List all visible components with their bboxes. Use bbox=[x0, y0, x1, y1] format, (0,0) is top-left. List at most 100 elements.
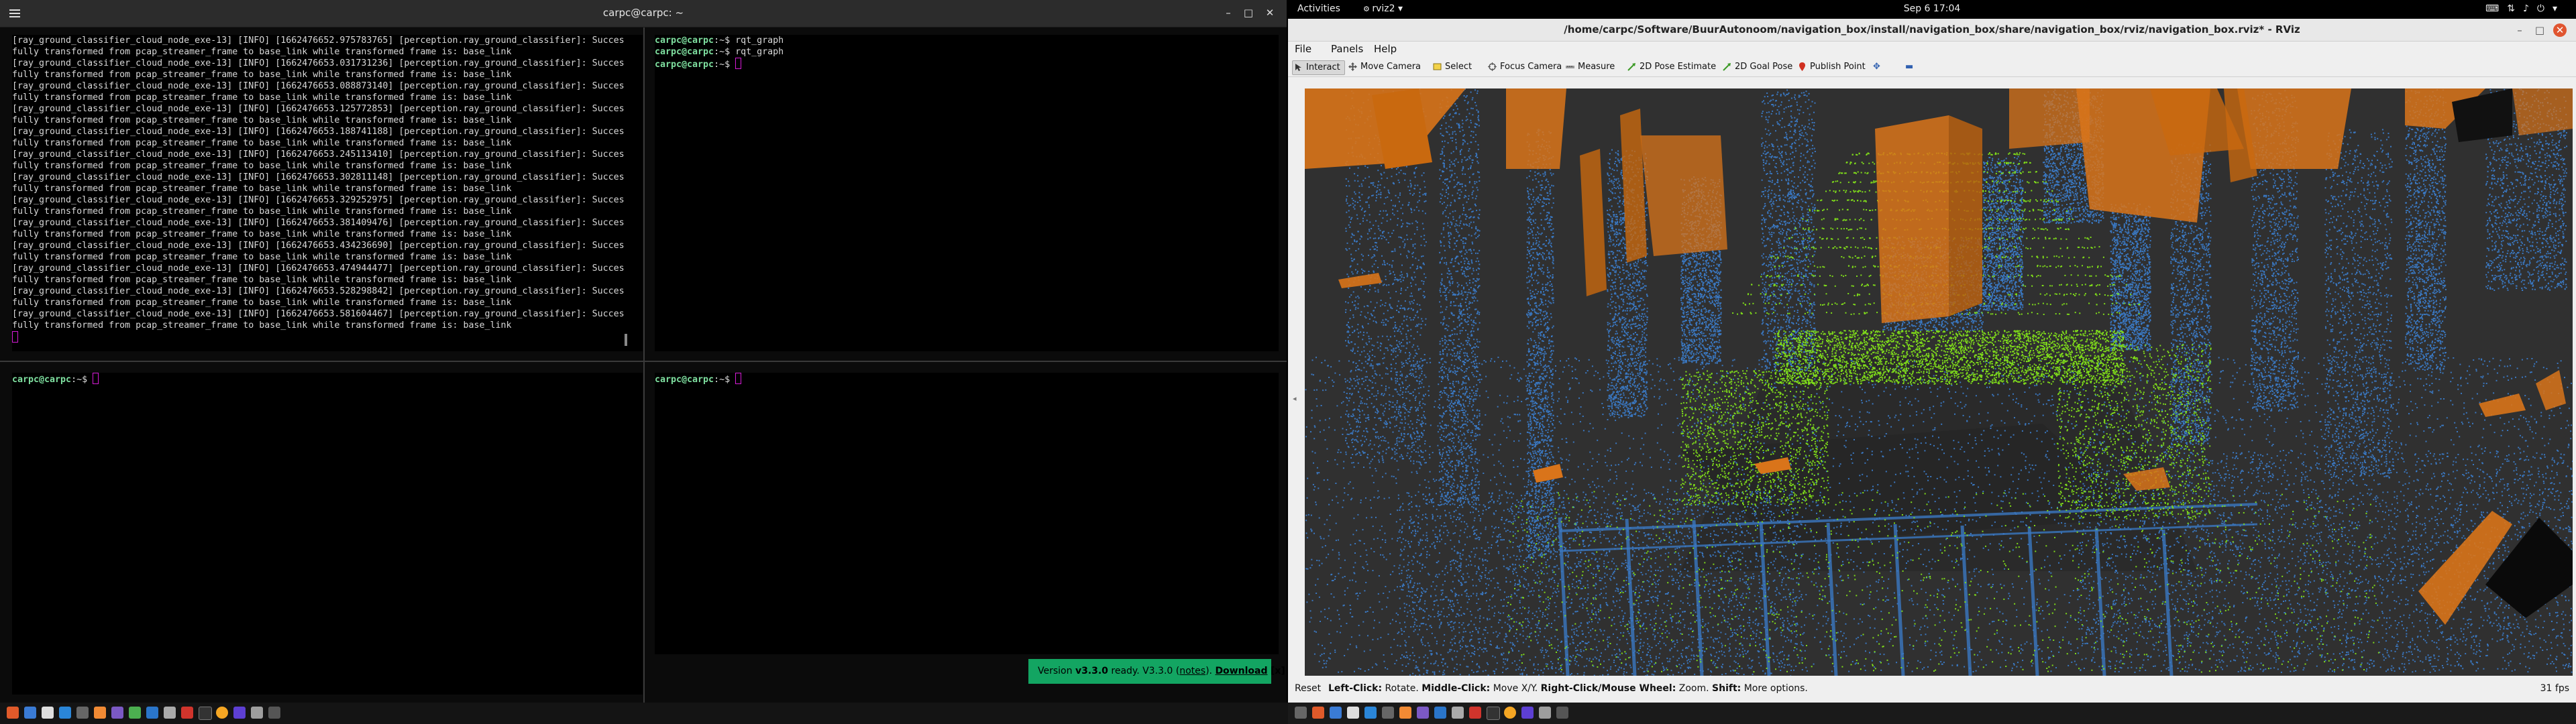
hint-text: Zoom. bbox=[1676, 683, 1712, 694]
files-icon[interactable] bbox=[1364, 707, 1377, 719]
rviz-icon[interactable] bbox=[1556, 707, 1568, 719]
app-icon[interactable] bbox=[181, 707, 193, 719]
3d-viewport[interactable] bbox=[1305, 88, 2573, 676]
ubuntu-icon[interactable] bbox=[7, 707, 19, 719]
notice-close-button[interactable]: [x] bbox=[1271, 666, 1285, 676]
add-tool-button[interactable]: ✥ bbox=[1873, 60, 1882, 74]
terminal-icon[interactable] bbox=[268, 707, 280, 719]
app-icon[interactable] bbox=[1487, 707, 1500, 720]
minimize-icon[interactable]: – bbox=[1222, 7, 1234, 19]
terminal-icon[interactable] bbox=[42, 707, 54, 719]
tool-publish-point[interactable]: Publish Point bbox=[1796, 60, 1866, 74]
terminal-cursor bbox=[735, 373, 742, 384]
download-link[interactable]: Download bbox=[1215, 666, 1267, 676]
tool-interact[interactable]: Interact bbox=[1292, 60, 1345, 75]
editor-icon[interactable] bbox=[1382, 707, 1394, 719]
log-line: [ray_ground_classifier_cloud_node_exe-13… bbox=[12, 309, 625, 319]
files-icon[interactable] bbox=[59, 707, 71, 719]
app-icon[interactable] bbox=[1452, 707, 1464, 719]
app-icon[interactable] bbox=[1417, 707, 1429, 719]
log-line: [ray_ground_classifier_cloud_node_exe-13… bbox=[12, 218, 625, 228]
vscode-icon[interactable] bbox=[1434, 707, 1446, 719]
maximize-icon[interactable]: □ bbox=[2533, 23, 2546, 37]
system-tray[interactable]: ⌨⇅♪⏻▾ bbox=[2485, 3, 2565, 14]
app-icon[interactable] bbox=[1399, 707, 1411, 719]
taskbar-right bbox=[1288, 703, 2576, 724]
chrome-icon[interactable] bbox=[1504, 707, 1516, 719]
power-icon: ⏻ bbox=[2537, 3, 2553, 14]
menu-panels[interactable]: Panels bbox=[1331, 43, 1363, 55]
prompt-path: :~$ bbox=[714, 60, 735, 70]
remove-tool-button[interactable]: ▬ bbox=[1905, 60, 1915, 74]
menu-file[interactable]: File bbox=[1295, 43, 1311, 55]
terminal-titlebar[interactable]: carpc@carpc: ~ – □ ✕ bbox=[0, 0, 1287, 27]
app-icon[interactable] bbox=[129, 707, 141, 719]
move-arrows-icon bbox=[1348, 62, 1357, 71]
tool-label: Focus Camera bbox=[1500, 62, 1562, 72]
log-line: fully transformed from pcap_streamer_fra… bbox=[12, 184, 512, 194]
app-grid-icon[interactable] bbox=[1295, 707, 1307, 719]
close-icon[interactable]: ✕ bbox=[2553, 23, 2567, 37]
pane-divider-vertical[interactable] bbox=[643, 27, 645, 703]
prompt-user: carpc@carpc bbox=[655, 47, 714, 57]
hint-text: Move X/Y. bbox=[1490, 683, 1540, 694]
settings-icon[interactable] bbox=[1539, 707, 1551, 719]
tool-label: Move Camera bbox=[1360, 62, 1421, 72]
tool-move-camera[interactable]: Move Camera bbox=[1347, 60, 1421, 74]
terminal-pane-bottom-right[interactable]: carpc@carpc:~$ bbox=[655, 373, 1279, 654]
notes-link[interactable]: notes bbox=[1179, 666, 1205, 676]
prompt-path: :~$ bbox=[714, 47, 735, 57]
browser-icon[interactable] bbox=[24, 707, 36, 719]
pane-divider-horizontal[interactable] bbox=[0, 361, 1287, 362]
close-icon[interactable]: ✕ bbox=[1264, 7, 1276, 19]
rviz-window[interactable]: /home/carpc/Software/BuurAutonoom/naviga… bbox=[1288, 19, 2576, 703]
log-line: [ray_ground_classifier_cloud_node_exe-13… bbox=[12, 104, 625, 114]
app-icon[interactable] bbox=[164, 707, 176, 719]
browser-icon[interactable] bbox=[1330, 707, 1342, 719]
chrome-icon[interactable] bbox=[216, 707, 228, 719]
clock[interactable]: Sep 6 17:04 bbox=[1288, 3, 2576, 14]
terminal-pane-log[interactable]: [ray_ground_classifier_cloud_node_exe-13… bbox=[12, 35, 643, 351]
tool-2d-pose-estimate[interactable]: 2D Pose Estimate bbox=[1626, 60, 1716, 74]
tool-2d-goal-pose[interactable]: 2D Goal Pose bbox=[1721, 60, 1792, 74]
gnome-top-bar: Activities ⚙ rviz2 ▾ Sep 6 17:04 ⌨⇅♪⏻▾ bbox=[1288, 0, 2576, 19]
terminal-pane-rqt[interactable]: carpc@carpc:~$ rqt_graph carpc@carpc:~$ … bbox=[655, 35, 1279, 351]
tool-measure[interactable]: Measure bbox=[1564, 60, 1615, 74]
terminal-pane-bottom-left[interactable]: carpc@carpc:~$ bbox=[12, 373, 643, 695]
log-output: [ray_ground_classifier_cloud_node_exe-13… bbox=[12, 35, 643, 331]
hint-key: Middle-Click: bbox=[1421, 683, 1490, 694]
scrollbar-thumb[interactable] bbox=[625, 334, 627, 346]
tool-select[interactable]: Select bbox=[1432, 60, 1472, 74]
bbox bbox=[1875, 115, 1949, 323]
prompt-user: carpc@carpc bbox=[12, 375, 71, 385]
vscode-icon[interactable] bbox=[146, 707, 158, 719]
app-icon[interactable] bbox=[111, 707, 123, 719]
terminal-cursor bbox=[735, 58, 742, 69]
app-icon[interactable] bbox=[233, 707, 246, 719]
log-line: [ray_ground_classifier_cloud_node_exe-13… bbox=[12, 286, 625, 296]
command-line: rqt_graph bbox=[735, 36, 784, 46]
app-icon[interactable] bbox=[1521, 707, 1534, 719]
prompt-path: :~$ bbox=[714, 375, 735, 385]
notice-version: v3.3.0 bbox=[1075, 666, 1108, 676]
app-icon[interactable] bbox=[199, 707, 212, 720]
reset-button[interactable]: Reset bbox=[1295, 683, 1321, 694]
maximize-icon[interactable]: □ bbox=[1242, 7, 1254, 19]
editor-icon[interactable] bbox=[76, 707, 89, 719]
tool-focus-camera[interactable]: Focus Camera bbox=[1487, 60, 1562, 74]
log-line: fully transformed from pcap_streamer_fra… bbox=[12, 252, 512, 262]
terminal-window[interactable]: carpc@carpc: ~ – □ ✕ [ray_ground_classif… bbox=[0, 0, 1287, 703]
menu-help[interactable]: Help bbox=[1374, 43, 1397, 55]
terminal-icon[interactable] bbox=[1347, 707, 1359, 719]
hint-key: Shift: bbox=[1712, 683, 1741, 694]
log-line: [ray_ground_classifier_cloud_node_exe-13… bbox=[12, 127, 625, 137]
network-icon: ⇅ bbox=[2507, 3, 2523, 14]
left-dock-handle-icon[interactable]: ◂ bbox=[1293, 394, 1297, 403]
ubuntu-icon[interactable] bbox=[1312, 707, 1324, 719]
rviz-titlebar[interactable]: /home/carpc/Software/BuurAutonoom/naviga… bbox=[1288, 19, 2576, 42]
app-icon[interactable] bbox=[94, 707, 106, 719]
settings-icon[interactable] bbox=[251, 707, 263, 719]
minimize-icon[interactable]: – bbox=[2513, 23, 2526, 37]
bbox bbox=[1949, 115, 1982, 316]
app-icon[interactable] bbox=[1469, 707, 1481, 719]
